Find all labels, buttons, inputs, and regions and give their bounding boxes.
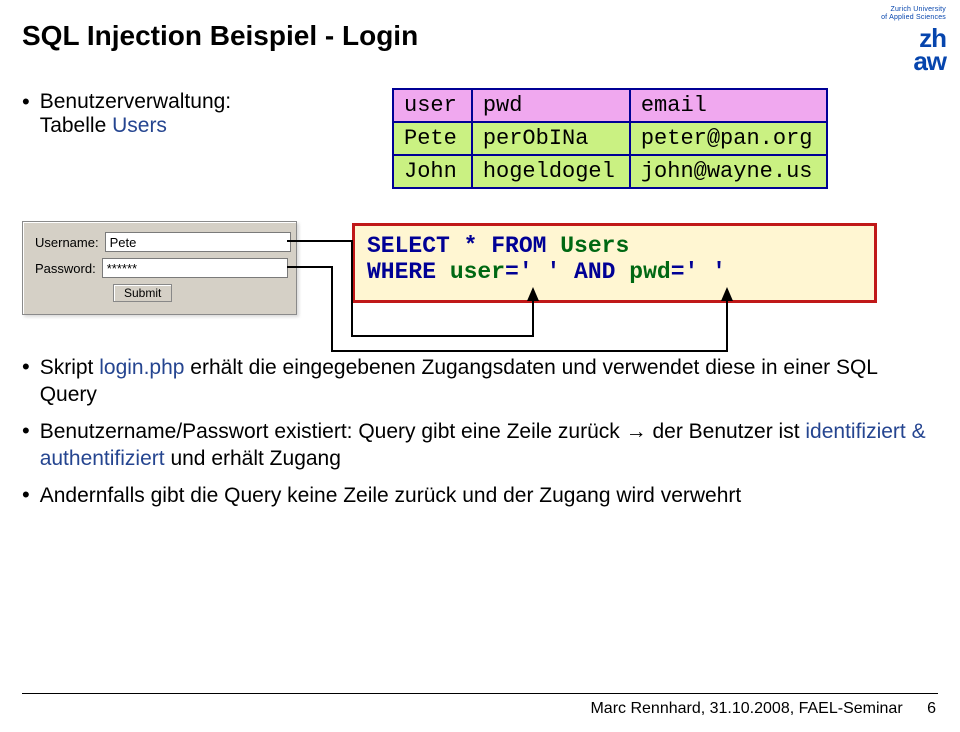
b2-pre: Benutzername/Passwort existiert: Query g…: [40, 420, 806, 443]
page-number: 6: [927, 700, 936, 717]
bullet-1: Skript login.php erhält die eingegebenen…: [22, 355, 938, 409]
bullet-3: Andernfalls gibt die Query keine Zeile z…: [22, 483, 938, 510]
sql-l2a: WHERE: [367, 259, 450, 285]
zhaw-logo: Zurich University of Applied Sciences zh…: [881, 6, 946, 77]
logo-uni-line2: of Applied Sciences: [881, 14, 946, 22]
slide-title: SQL Injection Beispiel - Login: [22, 20, 938, 52]
logo-uni-line1: Zurich University: [881, 6, 946, 14]
th-user: user: [393, 89, 472, 122]
sql-query-box: SELECT * FROM Users WHERE user=' ' AND p…: [352, 223, 877, 303]
table-header-row: user pwd email: [393, 89, 827, 122]
intro-bullet: Benutzerverwaltung: Tabelle Users: [22, 90, 362, 138]
sql-l2d: pwd: [629, 259, 670, 285]
footer: Marc Rennhard, 31.10.2008, FAEL-Seminar …: [590, 700, 936, 718]
username-label: Username:: [35, 235, 99, 250]
th-email: email: [630, 89, 828, 122]
sql-l1b: Users: [560, 233, 629, 259]
sql-l2e: =' ': [671, 259, 726, 285]
th-pwd: pwd: [472, 89, 630, 122]
sql-l1a: SELECT * FROM: [367, 233, 560, 259]
username-input[interactable]: [105, 232, 291, 252]
password-input[interactable]: [102, 258, 288, 278]
sql-l2b: user: [450, 259, 505, 285]
table-row: Pete perObINa peter@pan.org: [393, 122, 827, 155]
intro-line2-pre: Tabelle: [40, 114, 112, 137]
users-table: user pwd email Pete perObINa peter@pan.o…: [392, 88, 828, 189]
b1-pre: Skript: [40, 356, 100, 379]
footer-text: Marc Rennhard, 31.10.2008, FAEL-Seminar: [590, 700, 902, 717]
b2-post: und erhält Zugang: [165, 447, 341, 470]
b3-text: Andernfalls gibt die Query keine Zeile z…: [40, 483, 742, 510]
login-form: Username: Password: Submit: [22, 221, 297, 315]
b1-em: login.php: [99, 356, 184, 379]
intro-line1: Benutzerverwaltung:: [40, 90, 231, 113]
intro-line2-emph: Users: [112, 114, 167, 137]
bullet-2: Benutzername/Passwort existiert: Query g…: [22, 419, 938, 473]
sql-l2c: =' ' AND: [505, 259, 629, 285]
submit-button[interactable]: Submit: [113, 284, 172, 302]
password-label: Password:: [35, 261, 96, 276]
footer-rule: [22, 693, 938, 694]
table-row: John hogeldogel john@wayne.us: [393, 155, 827, 188]
logo-aw: aw: [881, 46, 946, 77]
